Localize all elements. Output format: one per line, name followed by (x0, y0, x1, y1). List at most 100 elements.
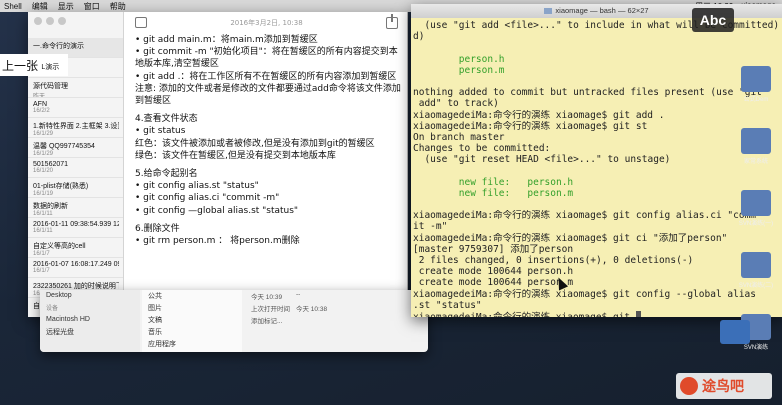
folder-icon (741, 252, 771, 278)
finder-sidebar-desktop[interactable]: Desktop (40, 290, 140, 301)
note-list-item[interactable]: 数据的刷新 16/1/11 (28, 198, 123, 218)
note-title: 一.命令行的演示 (33, 43, 84, 50)
note-date: 16/1/20 (33, 168, 54, 174)
terminal-line: xiaomagedeiMa:命令行的演练 xiaomage$ git ci "添… (413, 233, 780, 244)
zoom-button[interactable] (58, 17, 66, 25)
folder-documents[interactable]: 文稿 (142, 314, 242, 326)
window-controls (34, 17, 66, 25)
terminal-line: Changes to be committed: (413, 143, 780, 154)
folder-pictures[interactable]: 图片 (142, 302, 242, 314)
terminal-line-text: xiaomagedeiMa:命令行的演练 xiaomage$ git st (413, 120, 648, 132)
folder-public[interactable]: 公共 (142, 290, 242, 302)
terminal-line-text: .st "status" (413, 299, 482, 311)
prev-slide-label[interactable]: 上一张 L演示 (0, 54, 68, 76)
note-body-line: • git add main.m：将main.m添加到暂缓区 (135, 35, 318, 45)
menu-shell[interactable]: Shell (4, 2, 22, 11)
note-title: AFN (33, 101, 47, 108)
watermark-text: 途鸟吧 (702, 378, 744, 394)
watermark-logo-icon (680, 377, 698, 395)
menu-window[interactable]: 窗口 (84, 1, 100, 12)
folder-icon (544, 8, 553, 15)
desktop-icon[interactable]: SVN演练(一) (730, 190, 782, 246)
note-body-line: • git commit -m "初始化项目"：将在暂缓区的所有内容提交到本地版… (135, 47, 398, 70)
terminal-window: xiaomage — bash — 62×27 (use "git add <f… (411, 4, 782, 317)
terminal-line-text: person.m (413, 64, 505, 76)
finder-sidebar-devices: 设备 (46, 306, 59, 312)
finder-sidebar-remote-disc[interactable]: 远程光盘 (40, 325, 140, 339)
prev-slide-small: L演示 (41, 63, 60, 71)
note-body-line: 红色：该文件被添加或者被修改,但是没有添加到git的暂缓区 (135, 138, 375, 149)
terminal-line: xiaomagedeiMa:命令行的演练 xiaomage$ git (413, 310, 780, 317)
note-list-item[interactable]: 1.新特性界面 2.主框架 3.设置 16/1/29 (28, 118, 123, 138)
note-body-line: 注意: 添加的文件或者是修改的文件都要通过add命令将该文件添加到暂缓区 (135, 83, 401, 107)
terminal-line: person.h (413, 54, 780, 65)
note-title: 01-plist存储(熟悉) (33, 183, 89, 190)
finder-window: Desktop 设备 Macintosh HD 远程光盘 公共 图片 文稿 音乐… (40, 290, 428, 352)
terminal-line-text: xiaomagedeiMa:命令行的演练 xiaomage$ git (413, 312, 636, 317)
folder-music[interactable]: 音乐 (142, 326, 242, 338)
folder-applications[interactable]: 应用程序 (142, 338, 242, 350)
terminal-line-text: d) (413, 31, 425, 43)
note-title: 数据的刷新 (33, 203, 68, 210)
finder-sidebar-hd[interactable]: Macintosh HD (40, 314, 140, 325)
input-source-badge: Abc (692, 8, 734, 32)
note-body-line: • git config —global alias.st "status" (135, 205, 299, 216)
folder-icon (741, 128, 771, 154)
note-list-item[interactable]: 501562071 16/1/20 (28, 158, 123, 178)
terminal-output[interactable]: (use "git add <file>..." to include in w… (411, 18, 782, 317)
terminal-line: xiaomagedeiMa:命令行的演练 xiaomage$ git add . (413, 110, 780, 121)
share-icon[interactable] (386, 14, 398, 29)
terminal-line-text: On branch master (413, 131, 505, 143)
note-list-item[interactable]: 温馨 QQ997745354 16/1/29 (28, 138, 123, 158)
terminal-line-text: xiaomagedeiMa:命令行的演练 xiaomage$ git confi… (413, 210, 756, 222)
terminal-line-text: it -m" (413, 221, 448, 233)
folder-icon (741, 190, 771, 216)
note-date: 16/1/7 (33, 268, 50, 274)
notes-editor[interactable]: 2016年3月2日, 10:38 • git add main.m：将main.… (125, 12, 408, 317)
terminal-line-text: create mode 100644 person.m (413, 277, 574, 289)
note-list-item[interactable]: 2016-01-07 16:08:17.249 09... 16/1/7 (28, 258, 123, 278)
note-body-line: 6.删除文件 (135, 223, 180, 234)
note-list-item[interactable]: 01-plist存储(熟悉) 16/1/19 (28, 178, 123, 198)
note-date: 16/1/7 (33, 251, 50, 257)
note-list-item[interactable]: 自定义等高的cell 16/1/7 (28, 238, 123, 258)
menu-edit[interactable]: 编辑 (32, 1, 48, 12)
desktop-icon[interactable]: SVN演练(二) (730, 252, 782, 308)
note-list-item[interactable]: AFN 16/2/2 (28, 98, 123, 118)
terminal-line: new file: person.h (413, 177, 780, 188)
info-a: 上次打开时间 (251, 306, 290, 313)
note-body-line: • git config alias.ci "commit -m" (135, 193, 280, 204)
note-list: 一.命令行的演示L演示源代码管理昨天AFN16/2/21.新特性界面 2.主框架… (28, 38, 123, 317)
desktop-icon[interactable]: 家常系统 (730, 128, 782, 184)
terminal-line: create mode 100644 person.h (413, 266, 780, 277)
note-body[interactable]: • git add main.m：将main.m添加到暂缓区 • git comm… (125, 34, 408, 247)
desktop-icon-label: SVN演练(一) (738, 221, 774, 227)
terminal-line-text: xiaomagedeiMa:命令行的演练 xiaomage$ git confi… (413, 288, 756, 300)
desktop-icon-label: SVN演练(二) (738, 283, 774, 289)
notes-window: 一.命令行的演示L演示源代码管理昨天AFN16/2/21.新特性界面 2.主框架… (28, 12, 408, 317)
finder-info-row[interactable]: 添加标记... (245, 314, 425, 326)
note-title: 1.新特性界面 2.主框架 3.设置 (33, 123, 119, 130)
editor-toolbar: 2016年3月2日, 10:38 (125, 12, 408, 34)
menu-help[interactable]: 帮助 (110, 1, 126, 12)
info-a: 今天 10:39 (251, 294, 283, 301)
finder-info-row: 上次打开时间 今天 10:38 (245, 302, 425, 314)
folder-icon[interactable] (720, 320, 750, 344)
close-button[interactable] (34, 17, 42, 25)
terminal-line: add" to track) (413, 98, 780, 109)
terminal-line: nothing added to commit but untracked fi… (413, 87, 780, 98)
add-tag-link[interactable]: 添加标记... (251, 315, 296, 325)
note-body-line: • git status (135, 126, 186, 137)
terminal-line: it -m" (413, 221, 780, 232)
finder-info-row: 今天 10:39 -- (245, 290, 425, 302)
desktop-icon[interactable]: 公式Dem (730, 66, 782, 122)
note-date: 16/1/29 (33, 151, 54, 157)
terminal-line-text: new file: person.h (413, 176, 574, 188)
note-list-item[interactable]: 2016-01-11 09:38:54.939 12... 16/1/11 (28, 218, 123, 238)
note-title: 2016-01-07 16:08:17.249 09... (33, 261, 119, 268)
menu-view[interactable]: 显示 (58, 1, 74, 12)
minimize-button[interactable] (46, 17, 54, 25)
note-list-item[interactable]: 源代码管理 昨天 (28, 78, 123, 98)
terminal-line-text: add" to track) (413, 98, 499, 110)
terminal-line: On branch master (413, 132, 780, 143)
